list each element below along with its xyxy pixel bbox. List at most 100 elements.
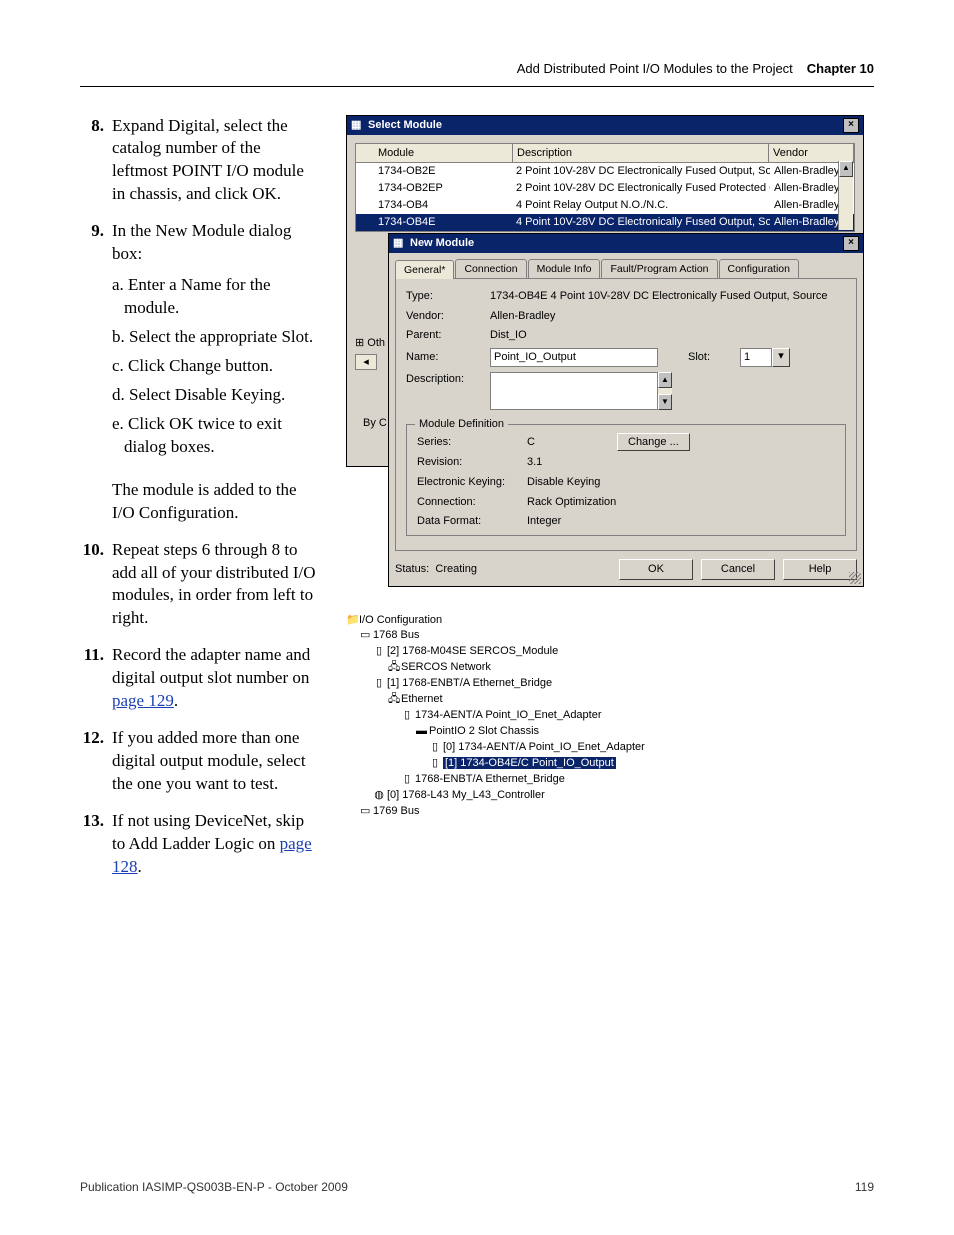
step-number: 11. — [80, 644, 104, 713]
tab-general[interactable]: General* — [395, 260, 454, 279]
step-number: 8. — [80, 115, 104, 207]
substep: d. Select Disable Keying. — [112, 384, 320, 407]
group-legend: Module Definition — [415, 417, 508, 432]
parent-value: Dist_IO — [490, 328, 846, 343]
connection-value: Rack Optimization — [527, 495, 835, 510]
keying-value: Disable Keying — [527, 475, 835, 490]
series-value: C — [527, 435, 617, 450]
publication-id: Publication IASIMP-QS003B-EN-P - October… — [80, 1179, 348, 1195]
step-text: Expand Digital, select the catalog numbe… — [112, 115, 320, 207]
module-icon: ▯ — [374, 676, 384, 692]
type-value: 1734-OB4E 4 Point 10V-28V DC Electronica… — [490, 289, 846, 304]
slot-label: Slot: — [688, 350, 710, 365]
tree-node[interactable]: [0] 1768-L43 My_L43_Controller — [387, 789, 545, 801]
description-label: Description: — [406, 372, 484, 387]
io-config-tree[interactable]: 📁I/O Configuration ▭1768 Bus ▯[2] 1768-M… — [346, 613, 645, 820]
step-column: 8. Expand Digital, select the catalog nu… — [80, 115, 320, 893]
bus-icon: ▭ — [360, 804, 370, 820]
tree-node[interactable]: 1734-AENT/A Point_IO_Enet_Adapter — [415, 709, 602, 721]
tree-node[interactable]: 1769 Bus — [373, 805, 419, 817]
header-rule — [80, 86, 874, 87]
tree-node[interactable]: 1768-ENBT/A Ethernet_Bridge — [415, 773, 565, 785]
status-label: Status: — [395, 563, 429, 575]
module-icon: ▯ — [430, 740, 440, 756]
slot-dropdown-icon[interactable]: ▾ — [772, 348, 790, 367]
tree-node[interactable]: [2] 1768-M04SE SERCOS_Module — [387, 645, 558, 657]
network-icon: 🖧 — [388, 660, 398, 676]
substep: e. Click OK twice to exit dialog boxes. — [112, 413, 320, 459]
step-number: 10. — [80, 539, 104, 631]
tab-module-info[interactable]: Module Info — [528, 259, 601, 278]
scroll-down-icon[interactable]: ▼ — [658, 394, 672, 410]
tree-node[interactable]: SERCOS Network — [401, 661, 491, 673]
help-button[interactable]: Help — [783, 559, 857, 580]
step-text: If you added more than one digital outpu… — [112, 727, 320, 796]
type-label: Type: — [406, 289, 484, 304]
page-number: 119 — [855, 1179, 874, 1195]
status-value: Creating — [435, 563, 477, 575]
step-text: In the New Module dialog box: a. Enter a… — [112, 220, 320, 464]
tab-configuration[interactable]: Configuration — [719, 259, 799, 278]
resize-grip-icon[interactable] — [849, 572, 861, 584]
scroll-left-icon[interactable]: ◂ — [355, 354, 377, 371]
window-icon: ▦ — [393, 236, 403, 251]
by-category-label: By C — [363, 416, 387, 431]
series-label: Series: — [417, 435, 527, 450]
step-text: Record the adapter name and digital outp… — [112, 644, 320, 713]
page-link[interactable]: page 129 — [112, 691, 174, 710]
chassis-icon: ▬ — [416, 724, 426, 740]
tab-fault[interactable]: Fault/Program Action — [601, 259, 717, 278]
step-number: 12. — [80, 727, 104, 796]
tree-node[interactable]: [0] 1734-AENT/A Point_IO_Enet_Adapter — [443, 741, 645, 753]
page-footer: Publication IASIMP-QS003B-EN-P - October… — [80, 1179, 874, 1195]
revision-value: 3.1 — [527, 455, 617, 470]
chapter-label: Chapter 10 — [807, 60, 874, 78]
cancel-button[interactable]: Cancel — [701, 559, 775, 580]
controller-icon: ◍ — [374, 788, 384, 804]
tree-node[interactable]: [1] 1768-ENBT/A Ethernet_Bridge — [387, 677, 552, 689]
step-after-text: The module is added to the I/O Configura… — [112, 479, 320, 525]
module-row-selected[interactable]: 1734-OB4E4 Point 10V-28V DC Electronical… — [356, 214, 854, 231]
parent-label: Parent: — [406, 328, 484, 343]
slot-input[interactable]: 1 — [740, 348, 772, 367]
tree-node[interactable]: PointIO 2 Slot Chassis — [429, 725, 539, 737]
ok-button[interactable]: OK — [619, 559, 693, 580]
module-icon: ▯ — [374, 644, 384, 660]
col-module[interactable]: Module — [356, 144, 513, 163]
tree-node[interactable]: I/O Configuration — [359, 614, 442, 626]
step-text: Repeat steps 6 through 8 to add all of y… — [112, 539, 320, 631]
scroll-up-icon[interactable]: ▲ — [658, 372, 672, 388]
description-input[interactable] — [490, 372, 658, 410]
name-label: Name: — [406, 350, 484, 365]
module-definition-group: Module Definition Series: C Change ... R… — [406, 424, 846, 536]
step-number: 13. — [80, 810, 104, 879]
scrollbar[interactable]: ▲ — [838, 161, 853, 230]
vendor-value: Allen-Bradley — [490, 309, 846, 324]
module-list[interactable]: 1734-OB2E2 Point 10V-28V DC Electronical… — [356, 163, 854, 230]
tree-node-selected[interactable]: [1] 1734-OB4E/C Point_IO_Output — [443, 757, 616, 769]
tree-node[interactable]: Ethernet — [401, 693, 443, 705]
change-button[interactable]: Change ... — [617, 433, 690, 451]
name-input[interactable]: Point_IO_Output — [490, 348, 658, 367]
module-icon: ▯ — [402, 708, 412, 724]
substep: b. Select the appropriate Slot. — [112, 326, 320, 349]
tab-connection[interactable]: Connection — [455, 259, 526, 278]
section-title: Add Distributed Point I/O Modules to the… — [517, 60, 793, 78]
vendor-label: Vendor: — [406, 309, 484, 324]
scroll-up-icon[interactable]: ▲ — [839, 161, 853, 177]
connection-label: Connection: — [417, 495, 527, 510]
substep: c. Click Change button. — [112, 355, 320, 378]
new-module-titlebar[interactable]: ▦New Module × — [389, 234, 863, 253]
format-value: Integer — [527, 514, 835, 529]
new-module-dialog: ▦New Module × General* Connection Module… — [388, 233, 864, 588]
folder-icon: 📁 — [346, 613, 356, 629]
step-text: If not using DeviceNet, skip to Add Ladd… — [112, 810, 320, 879]
module-icon: ▯ — [430, 756, 440, 772]
close-icon[interactable]: × — [843, 118, 859, 133]
keying-label: Electronic Keying: — [417, 475, 527, 490]
col-description[interactable]: Description — [513, 144, 769, 163]
close-icon[interactable]: × — [843, 236, 859, 251]
select-module-titlebar[interactable]: ▦Select Module × — [347, 116, 863, 135]
network-icon: 🖧 — [388, 692, 398, 708]
tree-node[interactable]: 1768 Bus — [373, 629, 419, 641]
